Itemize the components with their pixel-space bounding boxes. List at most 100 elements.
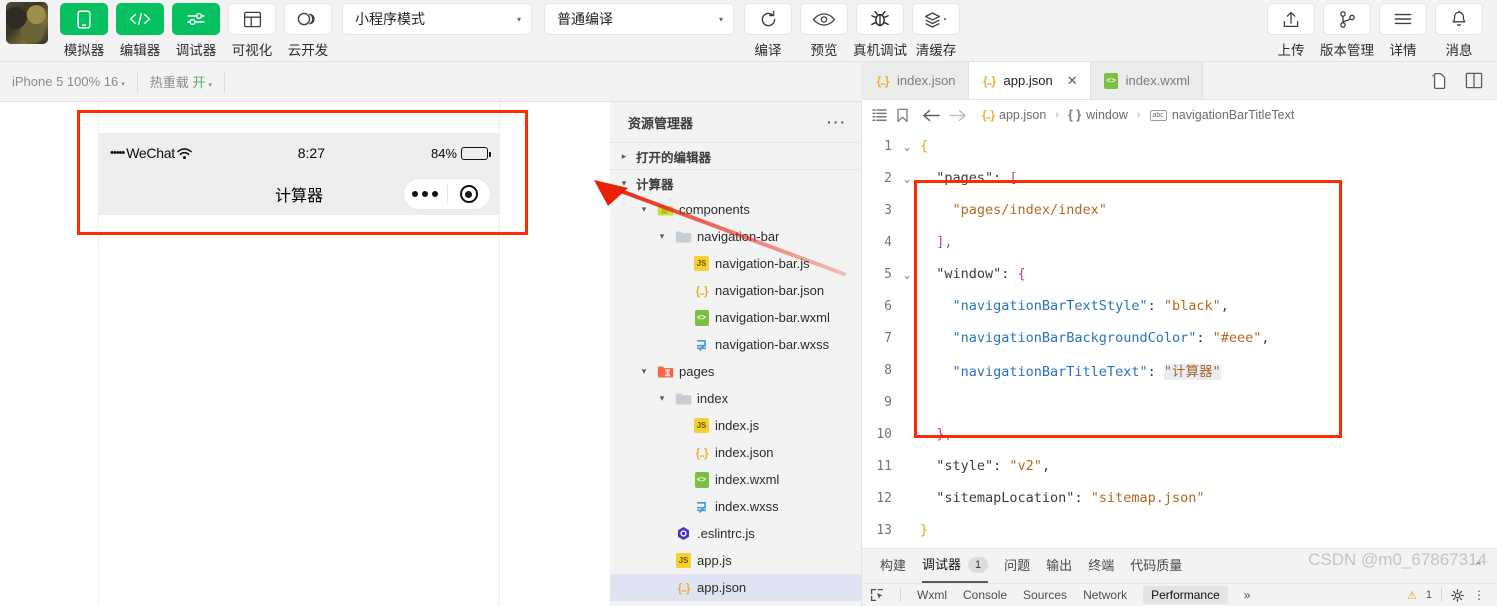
toolbar-button-simulator[interactable]: 模拟器 xyxy=(56,0,112,59)
new-file-icon[interactable] xyxy=(1430,72,1447,90)
explorer-panel: 资源管理器 ··· ▸ 打开的编辑器 ▾ 计算器 ▾ components ▾ nav… xyxy=(610,102,862,606)
tree-file-row[interactable]: {..} app.json xyxy=(610,574,861,601)
phone-navigation-bar: 计算器 xyxy=(99,173,499,215)
json-icon: {..} xyxy=(983,73,996,88)
toolbar-button-compile[interactable]: 编译 xyxy=(740,0,796,59)
device-selector-text[interactable]: iPhone 5 100% 16 ▾ xyxy=(0,74,137,89)
chevron-right-icon: ▸ xyxy=(621,150,627,161)
device-selector[interactable]: iPhone 5 100% 16 ▾ xyxy=(0,62,137,102)
tree-file-row[interactable]: <> index.wxml xyxy=(610,466,861,493)
fold-chevron-icon[interactable]: ⌄ xyxy=(898,140,916,153)
forward-arrow-icon[interactable] xyxy=(949,109,967,122)
editor-tab-label: app.json xyxy=(1003,73,1053,88)
tree-folder-row[interactable]: ▾ components xyxy=(610,196,861,223)
capsule-menu[interactable] xyxy=(403,178,491,210)
code-editor[interactable]: 1 ⌄{2 ⌄ "pages": [3 "pages/index/index" 4 ]… xyxy=(862,130,1497,570)
editor-tab-index-wxml[interactable]: <> index.wxml xyxy=(1090,62,1203,99)
toolbar-button-debugger[interactable]: 调试器 xyxy=(168,0,224,59)
devtools-tab-console[interactable]: Console xyxy=(963,588,1007,602)
close-target-icon[interactable] xyxy=(448,185,491,203)
devtools-tab-wxml[interactable]: Wxml xyxy=(917,588,947,602)
more-options-icon[interactable]: ··· xyxy=(827,114,847,130)
avatar[interactable] xyxy=(6,2,48,44)
tree-file-row[interactable]: JS navigation-bar.js xyxy=(610,250,861,277)
panel-tab-问题[interactable]: 问题 xyxy=(1004,549,1030,583)
more-dots-icon[interactable] xyxy=(404,191,447,197)
tree-item-label: navigation-bar.wxml xyxy=(715,310,830,325)
hot-reload-text[interactable]: 热重载 开 ▾ xyxy=(138,72,224,91)
toolbar-button-preview[interactable]: 预览 xyxy=(796,0,852,59)
toolbar-button-clear-cache[interactable]: 清缓存 xyxy=(908,0,964,59)
devtools-status-group: ⚠ 1 ⋮ xyxy=(1407,588,1489,602)
breadcrumb-separator: › xyxy=(1055,109,1059,121)
outline-icon[interactable] xyxy=(872,108,887,122)
bell-icon xyxy=(1435,3,1483,35)
toolbar-button-cloud[interactable]: 云开发 xyxy=(280,0,336,59)
tree-file-row[interactable]: .eslintrc.js xyxy=(610,520,861,547)
line-number: 10 xyxy=(876,426,892,442)
breadcrumb-item-property[interactable]: abc navigationBarTitleText xyxy=(1149,108,1294,122)
toolbar-button-messages[interactable]: 消息 xyxy=(1431,0,1487,59)
code-text: "sitemapLocation": "sitemap.json" xyxy=(920,490,1205,506)
tree-folder-row[interactable]: ▾ navigation-bar xyxy=(610,223,861,250)
panel-tab-输出[interactable]: 输出 xyxy=(1046,549,1072,583)
tree-file-row[interactable]: {..} navigation-bar.json xyxy=(610,277,861,304)
folder-icon xyxy=(675,390,692,407)
bookmark-icon[interactable] xyxy=(896,108,909,123)
tree-file-row[interactable]: <> navigation-bar.wxml xyxy=(610,304,861,331)
close-icon[interactable]: ✕ xyxy=(1067,73,1078,89)
tree-file-row[interactable]: ⋥ navigation-bar.wxss xyxy=(610,331,861,358)
toolbar-button-visual[interactable]: 可视化 xyxy=(224,0,280,59)
toolbar-button-upload[interactable]: 上传 xyxy=(1263,0,1319,59)
compile-select-wrap: 普通编译 ▾ . xyxy=(538,0,740,54)
editor-tab-index-json[interactable]: {..} index.json xyxy=(862,62,969,99)
tree-file-row[interactable]: JS app.js xyxy=(610,547,861,574)
panel-tab-badge: 1 xyxy=(968,557,989,573)
panel-tab-构建[interactable]: 构建 xyxy=(880,549,906,583)
panel-tab-调试器[interactable]: 调试器 1 xyxy=(922,549,989,583)
js-icon: JS xyxy=(693,417,710,434)
devtools-tab-performance[interactable]: Performance xyxy=(1143,586,1228,604)
mode-select[interactable]: 小程序模式 ▾ xyxy=(342,3,532,35)
editor-tab-app-json[interactable]: {..} app.json ✕ xyxy=(968,62,1091,99)
toolbar-label: 预览 xyxy=(810,43,838,58)
hot-reload-selector[interactable]: 热重载 开 ▾ xyxy=(138,62,224,102)
devtools-tab-network[interactable]: Network xyxy=(1083,588,1127,602)
refresh-icon xyxy=(744,3,792,35)
devtools-overflow-icon[interactable]: » xyxy=(1244,588,1251,602)
explorer-section-open-editors[interactable]: ▸ 打开的编辑器 xyxy=(610,142,861,169)
toolbar-label: 云开发 xyxy=(287,43,329,58)
code-line: 7 "navigationBarBackgroundColor": "#eee"… xyxy=(862,322,1497,354)
explorer-section-project[interactable]: ▾ 计算器 xyxy=(610,169,861,196)
inspect-icon[interactable] xyxy=(870,588,884,602)
tree-item-label: navigation-bar.wxss xyxy=(715,337,830,352)
bottom-panel: 构建 调试器 1 问题 输出 终端 代码质量 ⌃ Wxml Console Sources N… xyxy=(862,548,1497,606)
compile-select[interactable]: 普通编译 ▾ xyxy=(544,3,734,35)
panel-tab-终端[interactable]: 终端 xyxy=(1088,549,1114,583)
battery-percent: 84% xyxy=(430,145,457,161)
toolbar-button-editor[interactable]: 编辑器 xyxy=(112,0,168,59)
toolbar-button-real-device-debug[interactable]: 真机调试 xyxy=(852,0,908,59)
hot-reload-state: 开 xyxy=(192,75,206,90)
breadcrumb-item-file[interactable]: {..} app.json xyxy=(982,108,1046,122)
devtools-tab-sources[interactable]: Sources xyxy=(1023,588,1067,602)
back-arrow-icon[interactable] xyxy=(922,109,940,122)
fold-chevron-icon[interactable]: ⌄ xyxy=(898,268,916,281)
panel-tab-代码质量[interactable]: 代码质量 xyxy=(1130,549,1182,583)
collapse-panel-icon[interactable]: ⌃ xyxy=(1474,560,1497,573)
folder-pages-icon xyxy=(657,363,674,380)
toolbar-button-version-control[interactable]: 版本管理 xyxy=(1319,0,1375,59)
more-vertical-icon[interactable]: ⋮ xyxy=(1473,588,1485,602)
toolbar-button-details[interactable]: 详情 xyxy=(1375,0,1431,59)
code-line: 5 ⌄ "window": { xyxy=(862,258,1497,290)
fold-chevron-icon[interactable]: ⌄ xyxy=(898,172,916,185)
tree-folder-row[interactable]: ▾ index xyxy=(610,385,861,412)
breadcrumb-item-window[interactable]: { } window xyxy=(1068,108,1128,122)
settings-icon[interactable] xyxy=(1451,588,1464,602)
panel-tab-label: 问题 xyxy=(1004,558,1031,573)
tree-file-row[interactable]: JS index.js xyxy=(610,412,861,439)
split-editor-icon[interactable] xyxy=(1465,72,1483,89)
tree-file-row[interactable]: ⋥ index.wxss xyxy=(610,493,861,520)
tree-file-row[interactable]: {..} index.json xyxy=(610,439,861,466)
tree-folder-row[interactable]: ▾ pages xyxy=(610,358,861,385)
